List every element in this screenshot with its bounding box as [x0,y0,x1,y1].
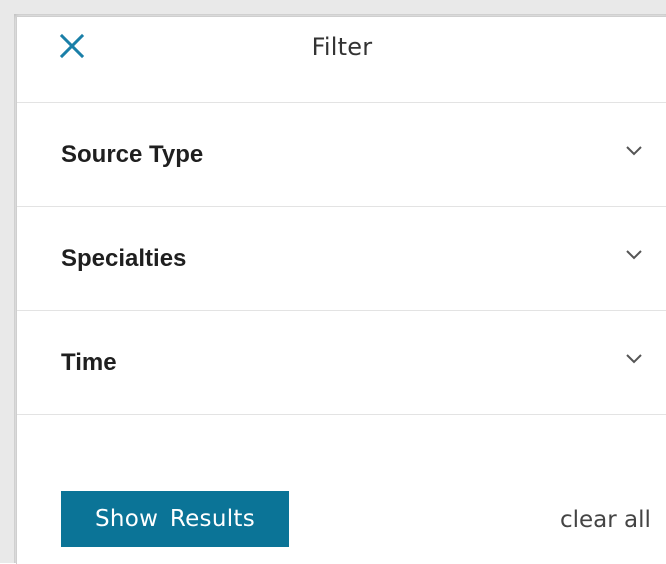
section-specialties[interactable]: Specialties [17,207,666,311]
chevron-down-icon [626,146,642,156]
section-label: Specialties [61,245,187,272]
chevron-down-icon [626,250,642,260]
section-source-type[interactable]: Source Type [17,103,666,207]
chevron-down-icon [626,354,642,364]
page-title: Filter [311,33,373,61]
section-label: Time [61,349,117,376]
show-results-button[interactable]: Show Results [61,491,289,547]
section-label: Source Type [61,141,204,168]
filter-header: Filter [17,17,666,103]
section-time[interactable]: Time [17,311,666,415]
filter-panel: Filter Source Type Specialties Time Show… [16,16,666,564]
clear-all-link[interactable]: clear all [560,507,651,533]
